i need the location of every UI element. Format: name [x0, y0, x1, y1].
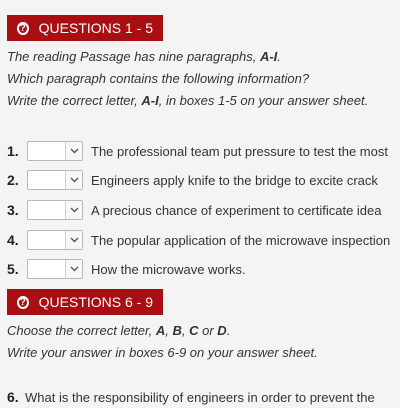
- question-number: 2.: [7, 172, 19, 188]
- question-number: 3.: [7, 202, 19, 218]
- chevron-down-icon[interactable]: [65, 201, 82, 219]
- question-number: 1.: [7, 143, 19, 159]
- chevron-down-icon[interactable]: [65, 171, 82, 189]
- answer-select[interactable]: [27, 259, 83, 279]
- instructions-line-1: The reading Passage has nine paragraphs,…: [7, 49, 281, 64]
- question-text: What is the responsibility of engineers …: [25, 389, 375, 405]
- section-header-questions-1-5: ? QUESTIONS 1 - 5: [7, 15, 163, 41]
- question-row: 6. What is the responsibility of enginee…: [7, 386, 375, 408]
- question-number: 5.: [7, 261, 19, 277]
- question-text: How the microwave works.: [91, 261, 246, 277]
- question-row: 2. Engineers apply knife to the bridge t…: [7, 169, 378, 191]
- instructions-line-2: Write your answer in boxes 6-9 on your a…: [7, 345, 318, 360]
- question-number: 4.: [7, 232, 19, 248]
- question-row: 4. The popular application of the microw…: [7, 229, 390, 251]
- chevron-down-icon[interactable]: [65, 260, 82, 278]
- question-row: 3. A precious chance of experiment to ce…: [7, 199, 382, 221]
- question-text: Engineers apply knife to the bridge to e…: [91, 172, 378, 188]
- instructions-line-3: Write the correct letter, A-I, in boxes …: [7, 93, 369, 108]
- answer-select[interactable]: [27, 200, 83, 220]
- question-text: The professional team put pressure to te…: [91, 143, 388, 159]
- instructions-line-1: Choose the correct letter, A, B, C or D.: [7, 323, 231, 338]
- question-row: 1. The professional team put pressure to…: [7, 140, 388, 162]
- answer-select[interactable]: [27, 230, 83, 250]
- answer-select[interactable]: [27, 141, 83, 161]
- question-row: 5. How the microwave works.: [7, 258, 246, 280]
- chevron-down-icon[interactable]: [65, 231, 82, 249]
- answer-select[interactable]: [27, 170, 83, 190]
- section-title: QUESTIONS 6 - 9: [38, 294, 153, 310]
- instructions-line-2: Which paragraph contains the following i…: [7, 71, 310, 86]
- question-circle-icon: ?: [17, 295, 29, 309]
- chevron-down-icon[interactable]: [65, 142, 82, 160]
- question-number: 6.: [7, 389, 19, 405]
- section-title: QUESTIONS 1 - 5: [38, 20, 153, 36]
- question-text: The popular application of the microwave…: [91, 232, 391, 248]
- section-header-questions-6-9: ? QUESTIONS 6 - 9: [7, 289, 163, 315]
- question-text: A precious chance of experiment to certi…: [91, 202, 382, 218]
- question-circle-icon: ?: [17, 21, 29, 35]
